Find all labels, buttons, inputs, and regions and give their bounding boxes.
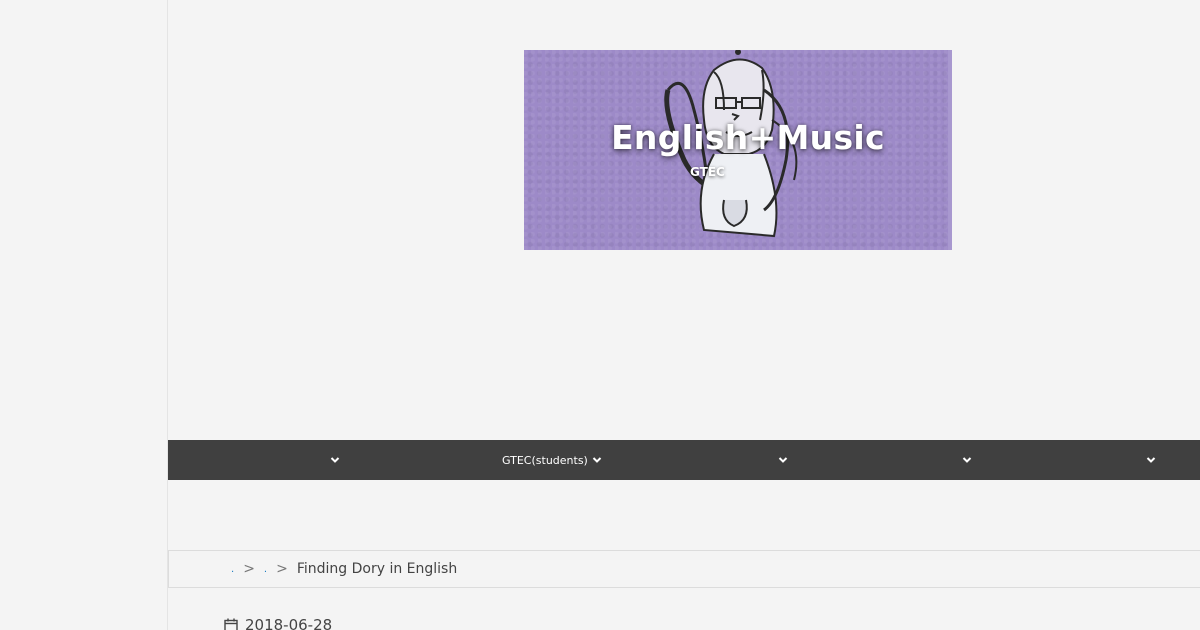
post-date-text: 2018-06-28 — [245, 616, 333, 630]
left-sidebar — [0, 0, 168, 630]
calendar-icon — [224, 618, 238, 630]
chevron-down-icon — [778, 457, 788, 463]
breadcrumb-separator: > — [243, 561, 255, 577]
main-nav: GTEC(students) — [168, 440, 1200, 480]
chevron-down-icon — [330, 457, 340, 463]
breadcrumb-category-link[interactable]: . — [264, 564, 267, 575]
breadcrumb-home-link[interactable]: . — [231, 564, 234, 575]
nav-item-5[interactable] — [1142, 440, 1157, 480]
page: English+Music GTEC GTEC(students) . > . … — [0, 0, 1200, 630]
chevron-down-icon — [592, 457, 602, 463]
breadcrumb: . > . > Finding Dory in English — [168, 550, 1200, 588]
breadcrumb-current: Finding Dory in English — [296, 561, 458, 577]
nav-item-4[interactable] — [958, 440, 973, 480]
site-subtitle: GTEC — [690, 165, 725, 179]
header-banner[interactable]: English+Music GTEC — [524, 50, 952, 250]
chevron-down-icon — [962, 457, 972, 463]
breadcrumb-separator: > — [276, 561, 288, 577]
site-title[interactable]: English+Music — [524, 118, 952, 157]
post-date: 2018-06-28 — [224, 616, 332, 630]
chevron-down-icon — [1146, 457, 1156, 463]
nav-item-1[interactable] — [326, 440, 341, 480]
nav-item-3[interactable] — [774, 440, 789, 480]
nav-item-gtec-students[interactable]: GTEC(students) — [502, 440, 603, 480]
nav-item-label: GTEC(students) — [502, 453, 588, 467]
